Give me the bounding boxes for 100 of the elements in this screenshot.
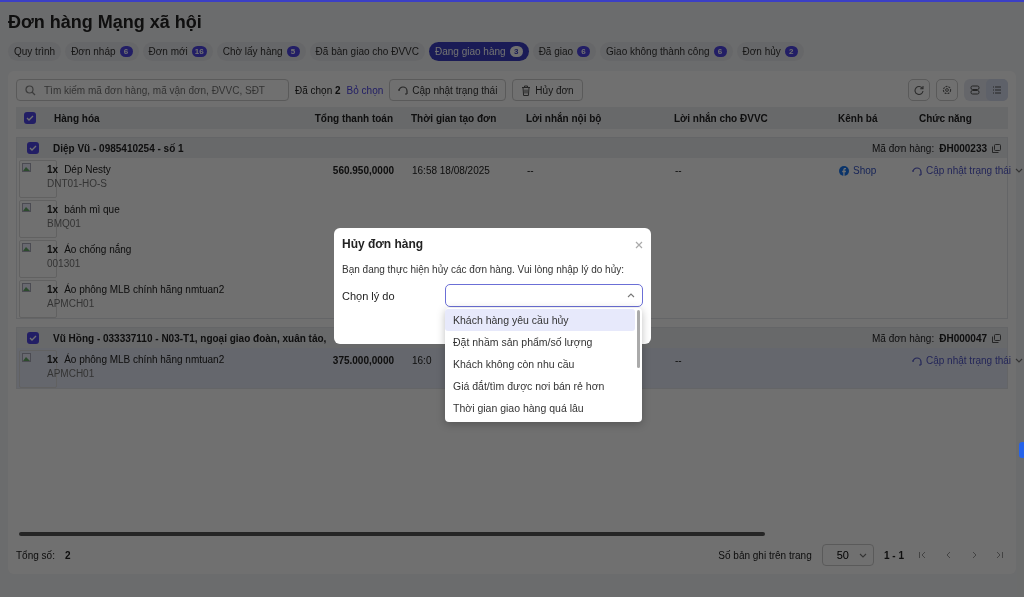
selected-count-label: Đã chọn 2 bbox=[295, 84, 341, 96]
checkbox[interactable] bbox=[24, 112, 36, 124]
column-header: Kênh bá bbox=[837, 112, 879, 124]
dialog-title: Hủy đơn hàng bbox=[342, 237, 424, 251]
item-quantity: 1x bbox=[47, 244, 59, 255]
stacked-rows-icon bbox=[970, 85, 980, 95]
item-sku: BMQ01 bbox=[47, 218, 82, 229]
table-cell-text: 16:0 bbox=[411, 354, 433, 366]
copy-icon bbox=[992, 333, 1001, 343]
refresh-button[interactable] bbox=[908, 79, 930, 101]
refresh-icon bbox=[914, 85, 924, 95]
item-quantity: 1x bbox=[47, 284, 59, 295]
tab[interactable]: Chờ lấy hàng 5 bbox=[216, 41, 306, 61]
chevron-down-icon bbox=[1015, 358, 1024, 363]
count-badge: 3 bbox=[509, 45, 523, 57]
first-page-icon bbox=[918, 551, 926, 559]
item-quantity: 1x bbox=[47, 204, 59, 215]
last-page-icon bbox=[996, 551, 1004, 559]
count-badge: 2 bbox=[784, 45, 798, 57]
per-page-select[interactable]: 50 bbox=[821, 544, 874, 566]
table-cell-text: 16:58 18/08/2025 bbox=[411, 164, 491, 176]
tab[interactable]: Quy trình bbox=[8, 41, 62, 61]
dropdown-option[interactable]: Khách không còn nhu cầu bbox=[445, 353, 635, 375]
reason-select[interactable] bbox=[445, 284, 643, 307]
settings-button[interactable] bbox=[936, 79, 958, 101]
tab[interactable]: Đơn mới 16 bbox=[142, 41, 213, 61]
dropdown-option[interactable]: Khách hàng yêu cầu hủy bbox=[445, 309, 635, 331]
scrollbar[interactable] bbox=[637, 310, 640, 368]
facebook-icon bbox=[839, 165, 849, 176]
item-sku: APMCH01 bbox=[47, 298, 96, 309]
column-header: Lời nhắn nội bộ bbox=[525, 112, 603, 124]
tab[interactable]: Đã giao 6 bbox=[532, 41, 597, 61]
order-code: ĐH000233 bbox=[939, 142, 987, 154]
table-cell-text: 375.000,0000 bbox=[331, 354, 395, 366]
chevron-up-icon bbox=[627, 293, 635, 298]
table-cell-text: -- bbox=[674, 354, 683, 366]
item-name: Dép Nesty bbox=[64, 164, 111, 175]
item-name: Áo phông MLB chính hãng nmtuan2 bbox=[64, 284, 225, 295]
column-header: Hàng hóa bbox=[53, 112, 101, 124]
sync-icon bbox=[912, 165, 922, 176]
total-label: Tổng số: bbox=[16, 549, 55, 561]
column-header: Chức năng bbox=[918, 112, 973, 124]
dialog-message: Bạn đang thực hiện hủy các đơn hàng. Vui lòng nhập lý do hủy: bbox=[342, 264, 625, 275]
tab[interactable]: Đã bàn giao cho ĐVVC bbox=[309, 41, 425, 61]
item-name: bánh mì que bbox=[64, 204, 120, 215]
sync-icon bbox=[398, 85, 409, 95]
count-badge: 6 bbox=[577, 45, 591, 57]
table-cell-text: -- bbox=[674, 164, 683, 176]
dropdown-option[interactable]: Giá đắt/tìm được nơi bán rẻ hơn bbox=[445, 375, 635, 397]
item-sku: APMCH01 bbox=[47, 368, 96, 379]
item-sku: DNT01-HO-S bbox=[47, 178, 108, 189]
channel-name: Shop bbox=[853, 165, 877, 176]
sync-icon bbox=[912, 355, 922, 366]
count-badge: 6 bbox=[119, 45, 133, 57]
page-range: 1 - 1 bbox=[884, 549, 904, 561]
list-icon bbox=[992, 85, 1002, 95]
customer-info: Diệp Vũ - 0985410254 - số 1 bbox=[53, 142, 184, 154]
close-icon bbox=[635, 241, 643, 249]
table-cell-text: -- bbox=[526, 164, 535, 176]
checkbox[interactable] bbox=[27, 332, 39, 344]
page-title: Đơn hàng Mạng xã hội bbox=[7, 11, 203, 34]
count-badge: 5 bbox=[286, 45, 300, 57]
order-code: ĐH000047 bbox=[939, 332, 987, 344]
chevron-down-icon bbox=[859, 552, 867, 558]
search-icon bbox=[25, 84, 36, 96]
order-code-label: Mã đơn hàng: bbox=[872, 332, 935, 344]
copy-icon bbox=[992, 143, 1001, 153]
chevron-down-icon bbox=[1015, 168, 1024, 173]
clear-selection-link[interactable]: Bỏ chọn bbox=[346, 84, 384, 96]
update-status-dropdown[interactable]: Cập nhật trạng thái bbox=[912, 348, 1024, 366]
item-quantity: 1x bbox=[47, 354, 59, 365]
total-count: 2 bbox=[64, 549, 71, 561]
dropdown-option[interactable]: Thời gian giao hàng quá lâu bbox=[445, 397, 635, 419]
trash-icon bbox=[521, 84, 532, 96]
scrollbar[interactable] bbox=[19, 532, 765, 536]
tab[interactable]: Đơn hủy 2 bbox=[736, 41, 804, 61]
order-code-label: Mã đơn hàng: bbox=[872, 142, 935, 154]
item-quantity: 1x bbox=[47, 164, 59, 175]
table-cell-text: 560.950,0000 bbox=[331, 164, 395, 176]
dropdown-option[interactable]: Đặt nhầm sản phẩm/số lượng bbox=[445, 331, 635, 353]
item-name: Áo chống nắng bbox=[64, 244, 132, 255]
customer-info: Vũ Hồng - 033337110 - N03-T1, ngoại giao đoàn, xuân tảo, bbox=[53, 332, 327, 344]
item-sku: 001301 bbox=[47, 258, 82, 269]
update-status-dropdown[interactable]: Cập nhật trạng thái bbox=[912, 158, 1024, 176]
count-badge: 6 bbox=[713, 45, 727, 57]
item-name: Áo phông MLB chính hãng nmtuan2 bbox=[64, 354, 225, 365]
tab[interactable]: Giao không thành công 6 bbox=[600, 41, 733, 61]
per-page-label: Số bản ghi trên trang bbox=[718, 549, 812, 561]
update-status-button[interactable]: Cập nhật trạng thái bbox=[389, 79, 507, 101]
column-header: Lời nhắn cho ĐVVC bbox=[673, 112, 769, 124]
settings-icon bbox=[942, 85, 952, 95]
previous-page-icon bbox=[944, 551, 952, 559]
count-badge: 16 bbox=[191, 45, 207, 57]
tab[interactable]: Đang giao hàng 3 bbox=[429, 41, 529, 61]
cancel-order-button[interactable]: Hủy đơn bbox=[512, 79, 583, 101]
tab[interactable]: Đơn nháp 6 bbox=[65, 41, 139, 61]
column-header: Tổng thanh toán bbox=[313, 112, 394, 124]
list-view-button[interactable] bbox=[986, 79, 1008, 101]
checkbox[interactable] bbox=[27, 142, 39, 154]
next-page-icon bbox=[970, 551, 978, 559]
